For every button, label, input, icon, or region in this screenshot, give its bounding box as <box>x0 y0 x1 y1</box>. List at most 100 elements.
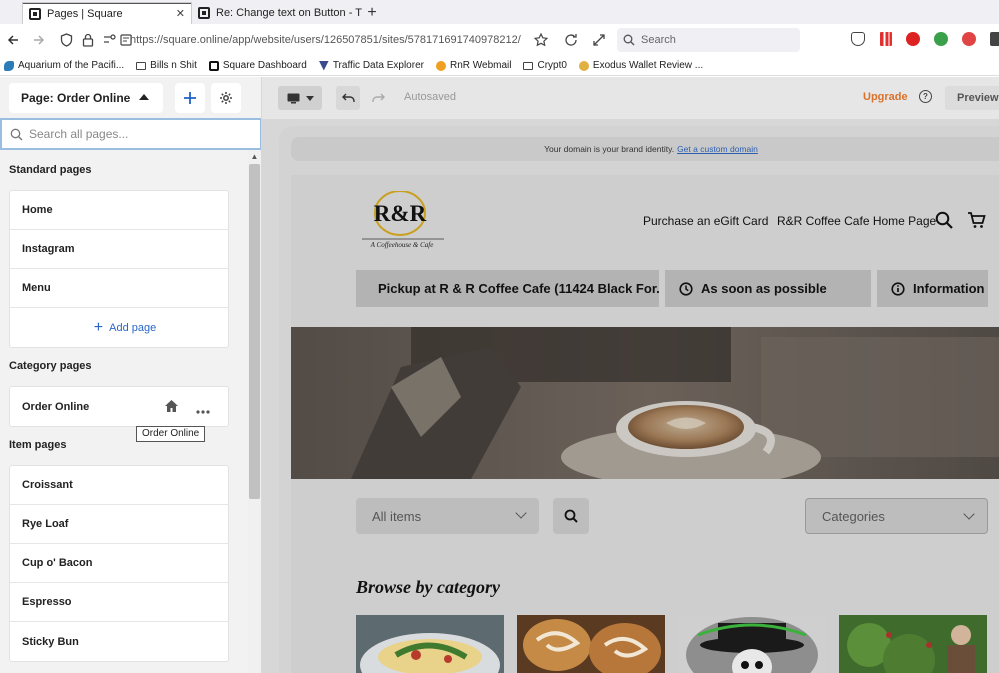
add-page-plus-button[interactable] <box>175 83 205 113</box>
tab-close-icon[interactable]: ✕ <box>176 7 185 20</box>
category-thumbnail[interactable] <box>678 615 826 673</box>
search-placeholder: Search <box>641 34 676 46</box>
square-favicon-icon <box>198 7 210 19</box>
page-item-rye-loaf[interactable]: Rye Loaf <box>10 505 228 544</box>
device-preview-toggle[interactable] <box>278 86 322 110</box>
plus-icon <box>184 92 196 104</box>
address-bar[interactable]: https://square.online/app/website/users/… <box>130 29 530 51</box>
browser-tab-community[interactable]: Re: Change text on Button - Th ✕ <box>192 2 362 24</box>
categories-dropdown[interactable]: Categories <box>805 498 988 534</box>
redo-icon <box>371 93 385 102</box>
category-thumbnail[interactable] <box>356 615 504 673</box>
search-icon <box>10 128 23 140</box>
bookmark-item[interactable]: Crypt0 <box>523 60 567 71</box>
information-label: Information <box>913 281 985 296</box>
caret-up-icon <box>139 94 149 100</box>
page-item-cup-o-bacon[interactable]: Cup o' Bacon <box>10 544 228 583</box>
extension-red-bars-icon[interactable] <box>880 32 892 46</box>
pocket-icon[interactable] <box>851 32 865 46</box>
undo-button[interactable] <box>336 86 360 110</box>
chevron-down-icon <box>515 507 527 519</box>
new-tab-button[interactable]: + <box>362 2 382 24</box>
folder-icon <box>136 61 147 70</box>
nav-home-page[interactable]: R&R Coffee Cafe Home Page <box>777 214 936 228</box>
page-item-croissant[interactable]: Croissant <box>10 466 228 505</box>
search-icon <box>564 509 578 523</box>
categories-label: Categories <box>822 508 885 524</box>
page-item-sticky-bun[interactable]: Sticky Bun <box>10 622 228 661</box>
category-thumbnail[interactable] <box>839 615 987 673</box>
bookmark-item[interactable]: RnR Webmail <box>435 60 511 71</box>
domain-notice-bar: Your domain is your brand identity. Get … <box>291 137 999 161</box>
information-button[interactable]: Information <box>877 270 988 307</box>
search-pages-placeholder: Search all pages... <box>29 127 129 141</box>
page-settings-button[interactable] <box>211 83 241 113</box>
section-category-pages: Category pages <box>9 360 92 372</box>
category-pages-card: Order Online <box>9 386 229 427</box>
browser-tab-bar: Pages | Square ✕ Re: Change text on Butt… <box>0 0 999 24</box>
custom-domain-link[interactable]: Get a custom domain <box>677 144 758 154</box>
pickup-location-button[interactable]: Pickup at R & R Coffee Cafe (11424 Black… <box>356 270 659 307</box>
page-item-home[interactable]: Home <box>10 191 228 230</box>
page-selector-label: Page: Order Online <box>21 91 131 105</box>
home-icon[interactable] <box>165 400 178 415</box>
tab-title: Re: Change text on Button - Th <box>216 7 362 19</box>
adblock-red-icon[interactable] <box>906 32 920 46</box>
extension-green-icon[interactable] <box>934 32 948 46</box>
bookmark-item[interactable]: Traffic Data Explorer <box>318 60 424 71</box>
page-item-menu[interactable]: Menu <box>10 269 228 308</box>
forward-icon[interactable] <box>26 27 52 53</box>
url-text: https://square.online/app/website/users/… <box>130 34 521 46</box>
adblock-plus-icon[interactable] <box>962 32 976 46</box>
section-item-pages: Item pages <box>9 439 67 451</box>
chevron-down-icon <box>963 508 975 520</box>
autosaved-status: Autosaved <box>404 91 456 103</box>
reload-icon[interactable] <box>558 27 584 53</box>
browser-search-box[interactable]: Search <box>617 28 800 52</box>
order-online-tooltip: Order Online <box>136 426 206 442</box>
category-thumbnail[interactable] <box>517 615 665 673</box>
editor-area: Autosaved Upgrade ? Preview Your domain … <box>262 77 999 673</box>
redo-button[interactable] <box>366 86 390 110</box>
item-search-button[interactable] <box>553 498 589 534</box>
page-item-instagram[interactable]: Instagram <box>10 230 228 269</box>
browse-by-category-heading: Browse by category <box>356 577 500 597</box>
nav-egift-card[interactable]: Purchase an eGift Card <box>643 214 768 228</box>
exodus-icon <box>578 60 589 71</box>
webmail-icon <box>435 60 446 71</box>
search-icon[interactable] <box>935 211 953 229</box>
add-page-label: Add page <box>109 321 157 334</box>
bookmark-item[interactable]: Exodus Wallet Review ... <box>578 60 703 71</box>
gear-icon <box>220 92 232 104</box>
page-item-order-online[interactable]: Order Online <box>10 387 228 426</box>
fish-icon <box>4 60 14 71</box>
bookmark-item[interactable]: Aquarium of the Pacifi... <box>4 60 124 71</box>
star-icon[interactable] <box>528 27 554 53</box>
bookmark-item[interactable]: Square Dashboard <box>208 60 307 71</box>
fullscreen-icon[interactable] <box>586 27 612 53</box>
cart-icon[interactable] <box>967 211 986 229</box>
scroll-up-arrow-icon[interactable]: ▲ <box>249 151 260 162</box>
extension-edge-icon[interactable] <box>990 32 999 46</box>
bookmark-icon <box>318 60 329 71</box>
pickup-time-label: As soon as possible <box>701 281 827 296</box>
back-icon[interactable] <box>0 27 26 53</box>
more-options-icon[interactable] <box>196 405 210 417</box>
help-icon[interactable]: ? <box>919 90 932 103</box>
pickup-time-button[interactable]: As soon as possible <box>665 270 871 307</box>
browser-tab-pages[interactable]: Pages | Square ✕ <box>22 2 192 24</box>
site-logo[interactable]: R&R A Coffeehouse & Cafe <box>356 190 448 251</box>
clock-icon <box>679 281 693 296</box>
square-icon <box>208 60 219 71</box>
all-items-dropdown[interactable]: All items <box>356 498 539 534</box>
add-page-button[interactable]: + Add page <box>10 308 228 347</box>
search-pages-input[interactable]: Search all pages... <box>0 118 261 150</box>
preview-button[interactable]: Preview <box>945 86 999 110</box>
folder-icon <box>523 61 534 70</box>
bookmark-item[interactable]: Bills n Shit <box>136 60 197 71</box>
pages-scroll-thumb[interactable] <box>249 164 260 499</box>
page-selector[interactable]: Page: Order Online <box>9 83 163 113</box>
search-icon <box>623 34 635 46</box>
upgrade-link[interactable]: Upgrade <box>863 91 908 103</box>
page-item-espresso[interactable]: Espresso <box>10 583 228 622</box>
